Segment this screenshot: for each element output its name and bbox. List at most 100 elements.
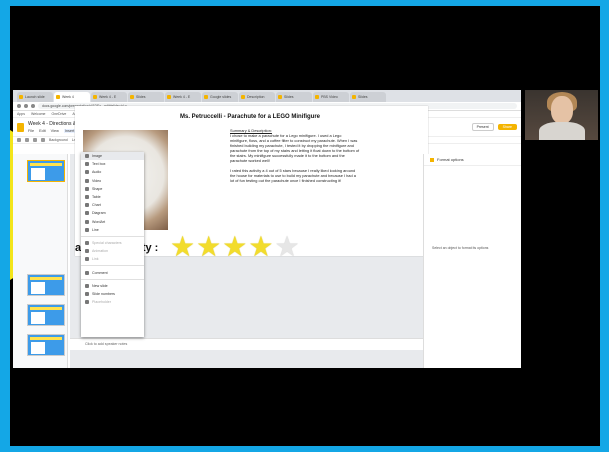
insert-menu-item[interactable]: New slide xyxy=(81,282,144,290)
insert-menu-item[interactable]: Table xyxy=(81,193,144,201)
bookmark-item[interactable]: OneDrive xyxy=(52,112,67,116)
menu-item-icon xyxy=(85,227,89,232)
menu-item-icon xyxy=(85,270,89,275)
menu-item-icon xyxy=(85,283,89,288)
format-icon xyxy=(430,157,434,162)
browser-tab[interactable]: Slides xyxy=(350,92,386,102)
insert-menu-item: Placeholder xyxy=(81,298,144,306)
tab-favicon-icon xyxy=(204,95,208,99)
insert-menu: Image Text box Audio Video Shape Table Chart Di… xyxy=(81,152,144,337)
menu-item-label: Link xyxy=(92,257,99,262)
menu-item-label: Special characters xyxy=(92,240,122,245)
reload-icon[interactable] xyxy=(31,104,35,108)
insert-menu-item[interactable]: Shape xyxy=(81,185,144,193)
presenter-face xyxy=(551,96,573,124)
menu-item-icon xyxy=(85,178,89,183)
share-button[interactable]: Share xyxy=(497,124,517,130)
menu-edit[interactable]: Edit xyxy=(39,129,46,133)
insert-menu-item[interactable]: Diagram xyxy=(81,209,144,217)
tab-favicon-icon xyxy=(278,95,282,99)
menu-item-icon xyxy=(85,170,89,175)
slides-logo-icon[interactable] xyxy=(17,122,24,132)
webcam-feed xyxy=(525,90,598,140)
insert-menu-item: Animation xyxy=(81,247,144,255)
tab-strip: Launch slide Week 4 Week 4 - E Slides Week 4… xyxy=(13,90,521,102)
slide-body-text[interactable]: Summary & Description: I chose to make a… xyxy=(230,128,360,183)
browser-tab[interactable]: Slides xyxy=(276,92,312,102)
menu-item-icon xyxy=(85,162,89,167)
slide-thumbnail[interactable] xyxy=(27,304,65,326)
menu-item-icon xyxy=(85,249,89,254)
insert-menu-item[interactable]: Chart xyxy=(81,201,144,209)
insert-menu-item[interactable]: Slide numbers xyxy=(81,290,144,298)
menu-item-icon xyxy=(85,154,89,159)
browser-window: Launch slide Week 4 Week 4 - E Slides Week 4… xyxy=(13,90,521,368)
insert-menu-item[interactable]: Image xyxy=(81,152,144,161)
slide-thumbnail[interactable] xyxy=(27,274,65,296)
speaker-notes[interactable]: Click to add speaker notes xyxy=(70,338,423,350)
menu-item-label: Audio xyxy=(92,170,102,175)
menu-item-label: WordArt xyxy=(92,219,106,224)
menu-view[interactable]: View xyxy=(51,129,59,133)
browser-tab[interactable]: Launch slide xyxy=(17,92,53,102)
browser-tab[interactable]: Week 4 - E xyxy=(91,92,127,102)
forward-icon[interactable] xyxy=(24,104,28,108)
menu-item-label: Slide numbers xyxy=(92,291,115,296)
menu-item-icon xyxy=(85,240,89,245)
menu-item-label: New slide xyxy=(92,283,108,288)
menu-item-icon xyxy=(85,211,89,216)
tab-label: Week 4 xyxy=(62,95,74,99)
insert-menu-item[interactable]: Text box xyxy=(81,160,144,168)
tab-label: Slides xyxy=(284,95,294,99)
back-icon[interactable] xyxy=(17,104,21,108)
insert-menu-item[interactable]: Comment xyxy=(81,268,144,276)
format-options-panel: Format options Select an object to forma… xyxy=(423,154,521,368)
tab-favicon-icon xyxy=(167,95,171,99)
menu-item-label: Placeholder xyxy=(92,300,111,305)
tab-label: Launch slide xyxy=(25,95,45,99)
filled-star-icon[interactable]: ★ xyxy=(248,233,273,261)
filled-star-icon[interactable]: ★ xyxy=(170,233,195,261)
undo-icon[interactable] xyxy=(25,138,29,142)
browser-tab[interactable]: Description xyxy=(239,92,275,102)
slide-filmstrip xyxy=(13,154,68,368)
menu-item-icon xyxy=(85,186,89,191)
insert-menu-item[interactable]: Video xyxy=(81,177,144,185)
present-button[interactable]: Present xyxy=(471,123,494,131)
tab-label: Slides xyxy=(136,95,146,99)
menu-item-label: Table xyxy=(92,195,101,200)
redo-icon[interactable] xyxy=(33,138,37,142)
insert-menu-item[interactable]: Line xyxy=(81,226,144,234)
browser-tab[interactable]: Week 4 xyxy=(54,92,90,102)
slide-thumbnail[interactable] xyxy=(27,334,65,356)
menu-item-label: Video xyxy=(92,178,102,183)
tab-label: Google slides xyxy=(210,95,232,99)
menu-item-label: Animation xyxy=(92,249,108,254)
browser-tab[interactable]: PBS Video xyxy=(313,92,349,102)
tab-label: Week 4 - E xyxy=(99,95,117,99)
bookmark-item[interactable]: Apps xyxy=(17,112,25,116)
insert-menu-item[interactable]: Audio xyxy=(81,168,144,176)
panel-message: Select an object to format its options xyxy=(432,246,489,250)
insert-menu-item[interactable]: WordArt xyxy=(81,218,144,226)
slide-title[interactable]: Ms. Petruccelli - Parachute for a LEGO M… xyxy=(145,114,355,120)
browser-tab[interactable]: Week 4 - E xyxy=(165,92,201,102)
toolbar-background-button[interactable]: Background xyxy=(49,138,68,142)
empty-star-icon[interactable]: ★ xyxy=(274,233,299,261)
browser-tab[interactable]: Slides xyxy=(128,92,164,102)
tab-label: PBS Video xyxy=(321,95,338,99)
menu-insert[interactable]: Insert xyxy=(63,129,76,133)
print-icon[interactable] xyxy=(41,138,45,142)
insert-menu-item: Special characters xyxy=(81,239,144,247)
menu-item-icon xyxy=(85,219,89,224)
slide-thumbnail[interactable] xyxy=(27,160,65,182)
menu-item-label: Comment xyxy=(92,270,108,275)
menu-file[interactable]: File xyxy=(28,129,34,133)
filled-star-icon[interactable]: ★ xyxy=(196,233,221,261)
menu-separator xyxy=(81,235,144,237)
new-slide-icon[interactable] xyxy=(17,138,21,142)
bookmark-item[interactable]: Welcome xyxy=(31,112,46,116)
insert-menu-item: Link xyxy=(81,255,144,263)
browser-tab[interactable]: Google slides xyxy=(202,92,238,102)
filled-star-icon[interactable]: ★ xyxy=(222,233,247,261)
